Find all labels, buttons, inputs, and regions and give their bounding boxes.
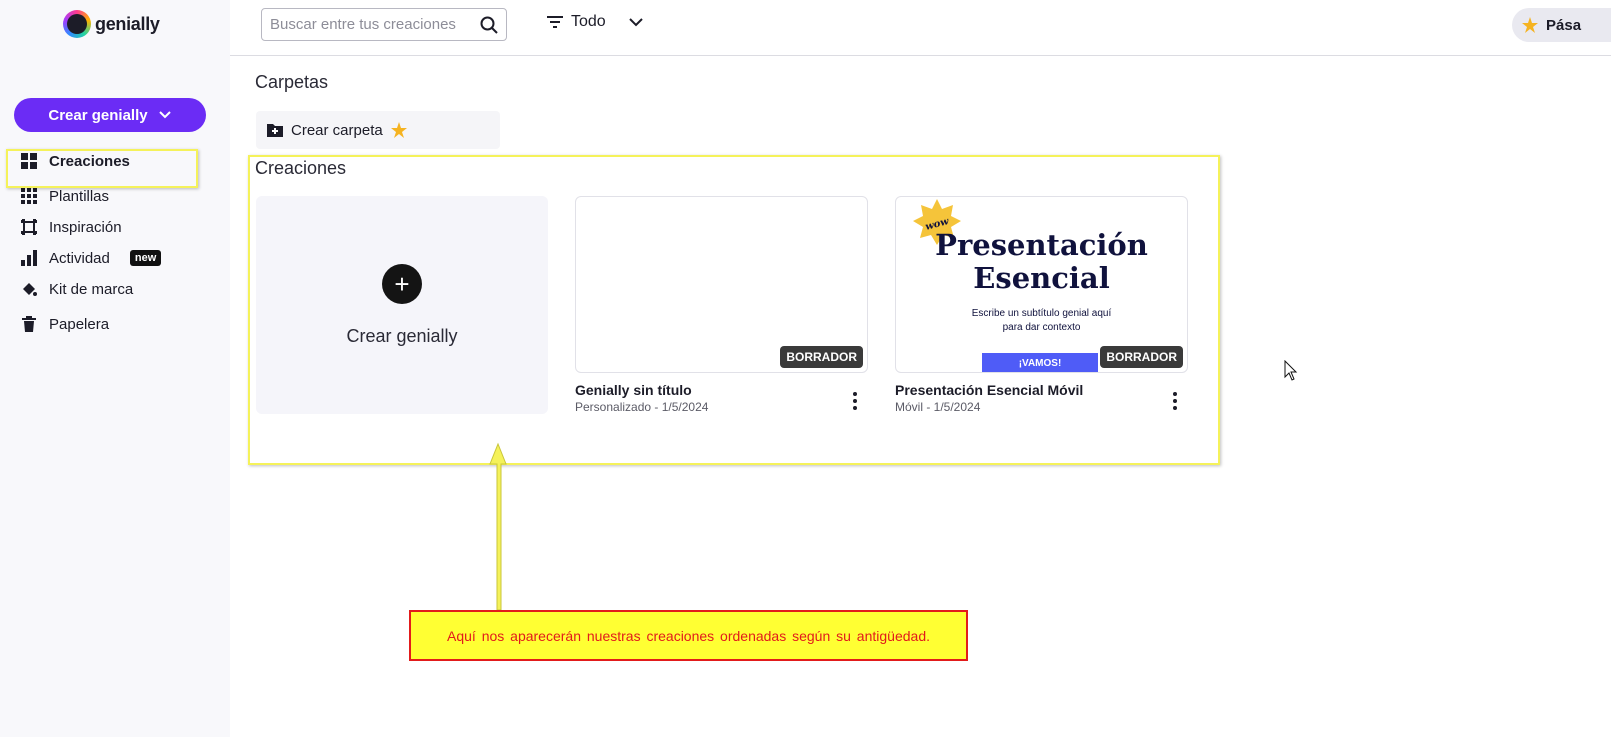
search-input[interactable]: [270, 16, 470, 33]
sidebar: genially Crear genially Creaciones Plant…: [0, 0, 230, 737]
mouse-cursor-icon: [1284, 360, 1298, 381]
chevron-down-icon: [628, 18, 643, 27]
paint-bucket-icon: [23, 283, 37, 296]
filter-label: Todo: [571, 13, 606, 30]
frame-icon: [21, 219, 37, 235]
folders-title: Carpetas: [255, 72, 329, 92]
brand-name: genially: [95, 13, 160, 34]
create-genially-label: Crear genially: [48, 106, 148, 124]
top-bar: Todo Pása: [230, 0, 1611, 56]
upgrade-label: Pása: [1546, 16, 1582, 34]
sidebar-item-label: Kit de marca: [49, 280, 134, 298]
genially-logo-icon: [63, 10, 91, 38]
filter-icon: [547, 16, 563, 28]
star-icon: [1522, 17, 1538, 33]
upgrade-button[interactable]: Pása: [1512, 8, 1611, 42]
create-folder-label: Crear carpeta: [291, 121, 383, 139]
apps-grid-icon: [21, 188, 37, 204]
annotation-arrow-icon: [489, 442, 507, 611]
sidebar-item-inspiracion[interactable]: Inspiración: [21, 216, 122, 238]
filter-dropdown[interactable]: Todo: [547, 13, 644, 31]
create-genially-button[interactable]: Crear genially: [14, 98, 206, 132]
highlight-creations-area: [248, 155, 1220, 465]
highlight-creaciones: [6, 149, 198, 188]
create-folder-button[interactable]: Crear carpeta: [256, 111, 500, 149]
chevron-down-icon: [158, 111, 171, 119]
search-box: [261, 8, 507, 41]
sidebar-item-actividad[interactable]: Actividad new: [21, 247, 162, 269]
bar-chart-icon: [21, 250, 37, 266]
sidebar-item-plantillas[interactable]: Plantillas: [21, 185, 109, 207]
annotation-callout: Aquí nos aparecerán nuestras creaciones …: [409, 610, 968, 661]
sidebar-item-papelera[interactable]: Papelera: [21, 313, 109, 335]
sidebar-item-label: Inspiración: [49, 218, 122, 236]
search-icon[interactable]: [480, 16, 498, 34]
sidebar-item-kit-de-marca[interactable]: Kit de marca: [21, 278, 133, 300]
trash-icon: [22, 316, 36, 332]
star-icon: [390, 122, 407, 138]
folder-plus-icon: [267, 124, 283, 137]
new-badge: new: [129, 250, 162, 266]
genially-logo[interactable]: genially: [63, 10, 160, 38]
sidebar-item-label: Actividad: [49, 249, 110, 267]
sidebar-item-label: Plantillas: [49, 187, 110, 205]
sidebar-item-label: Papelera: [49, 315, 110, 333]
